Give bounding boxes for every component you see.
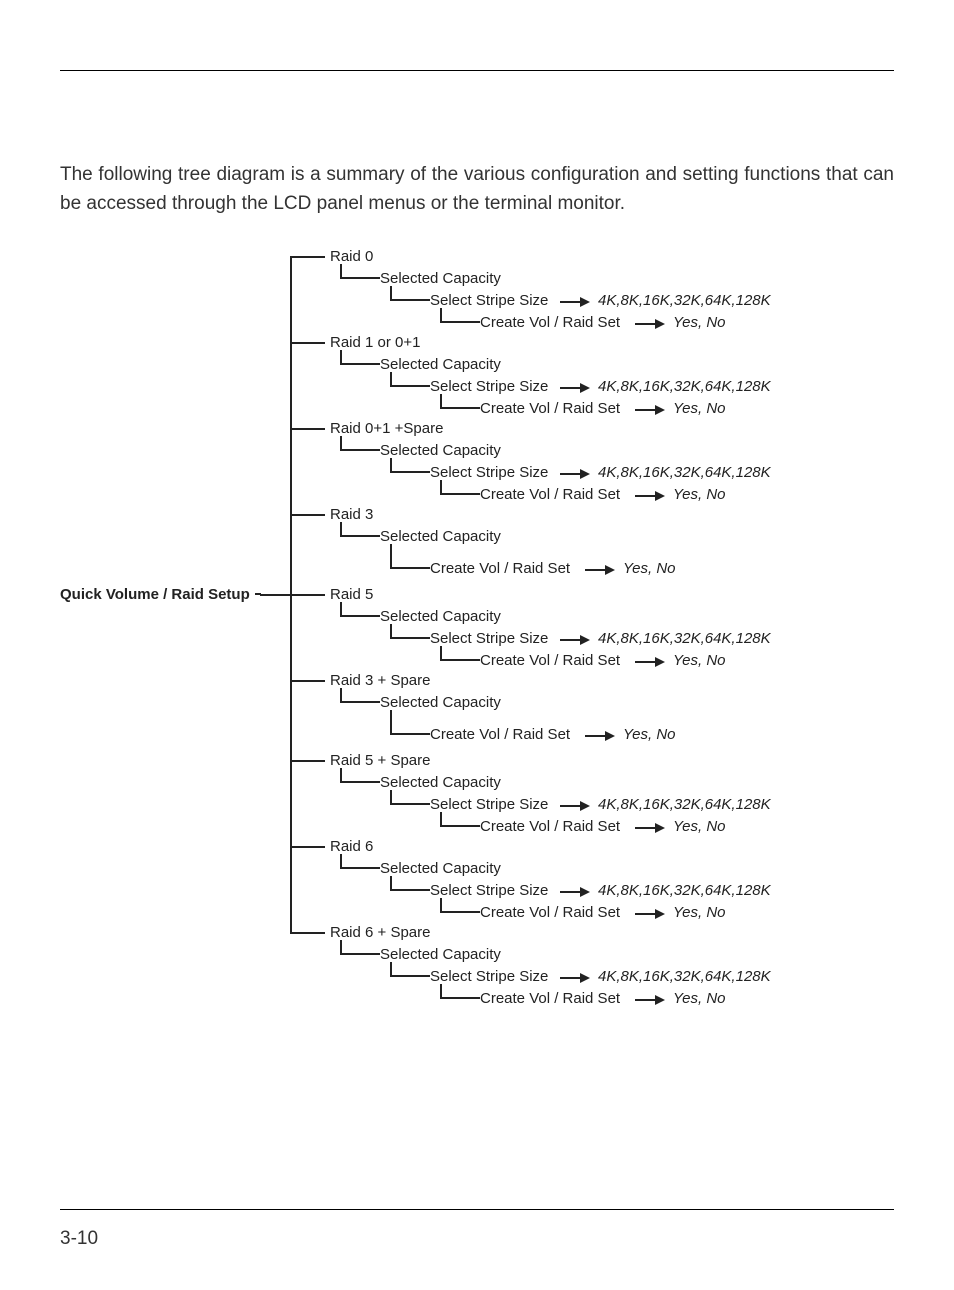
stripe-4: Select Stripe Size — [430, 630, 548, 647]
branch-0: Raid 0 — [330, 248, 373, 265]
branch-6: Raid 5 + Spare — [330, 752, 430, 769]
intro-text: The following tree diagram is a summary … — [60, 161, 894, 218]
stripe-1: Select Stripe Size — [430, 378, 548, 395]
yesno-2: Yes, No — [673, 486, 726, 503]
tree-diagram: Quick Volume / Raid Setup Raid 0 Selecte… — [80, 248, 914, 1010]
branch-8: Raid 6 + Spare — [330, 924, 430, 941]
yesno-6: Yes, No — [673, 818, 726, 835]
branch-1: Raid 1 or 0+1 — [330, 334, 420, 351]
yesno-5: Yes, No — [623, 726, 676, 743]
create-1: Create Vol / Raid Set — [480, 400, 620, 417]
create-8: Create Vol / Raid Set — [480, 990, 620, 1007]
yesno-1: Yes, No — [673, 400, 726, 417]
stripe-8: Select Stripe Size — [430, 968, 548, 985]
branch-2: Raid 0+1 +Spare — [330, 420, 443, 437]
stripe-opts-0: 4K,8K,16K,32K,64K,128K — [598, 292, 771, 309]
create-5: Create Vol / Raid Set — [430, 726, 570, 743]
yesno-0: Yes, No — [673, 314, 726, 331]
capacity-4: Selected Capacity — [380, 608, 501, 625]
stripe-2: Select Stripe Size — [430, 464, 548, 481]
capacity-2: Selected Capacity — [380, 442, 501, 459]
capacity-8: Selected Capacity — [380, 946, 501, 963]
branch-7: Raid 6 — [330, 838, 373, 855]
capacity-3: Selected Capacity — [380, 528, 501, 545]
yesno-3: Yes, No — [623, 560, 676, 577]
capacity-7: Selected Capacity — [380, 860, 501, 877]
capacity-0: Selected Capacity — [380, 270, 501, 287]
stripe-6: Select Stripe Size — [430, 796, 548, 813]
stripe-opts-2: 4K,8K,16K,32K,64K,128K — [598, 464, 771, 481]
capacity-6: Selected Capacity — [380, 774, 501, 791]
create-7: Create Vol / Raid Set — [480, 904, 620, 921]
stripe-opts-7: 4K,8K,16K,32K,64K,128K — [598, 882, 771, 899]
branch-5: Raid 3 + Spare — [330, 672, 430, 689]
capacity-5: Selected Capacity — [380, 694, 501, 711]
create-0: Create Vol / Raid Set — [480, 314, 620, 331]
create-3: Create Vol / Raid Set — [430, 560, 570, 577]
yesno-4: Yes, No — [673, 652, 726, 669]
create-2: Create Vol / Raid Set — [480, 486, 620, 503]
stripe-opts-8: 4K,8K,16K,32K,64K,128K — [598, 968, 771, 985]
stripe-0: Select Stripe Size — [430, 292, 548, 309]
create-4: Create Vol / Raid Set — [480, 652, 620, 669]
create-6: Create Vol / Raid Set — [480, 818, 620, 835]
yesno-8: Yes, No — [673, 990, 726, 1007]
branch-3: Raid 3 — [330, 506, 373, 523]
stripe-opts-1: 4K,8K,16K,32K,64K,128K — [598, 378, 771, 395]
page-number: 3-10 — [60, 1228, 98, 1250]
stripe-opts-6: 4K,8K,16K,32K,64K,128K — [598, 796, 771, 813]
stripe-opts-4: 4K,8K,16K,32K,64K,128K — [598, 630, 771, 647]
yesno-7: Yes, No — [673, 904, 726, 921]
capacity-1: Selected Capacity — [380, 356, 501, 373]
branch-4: Raid 5 — [330, 586, 373, 603]
stripe-7: Select Stripe Size — [430, 882, 548, 899]
